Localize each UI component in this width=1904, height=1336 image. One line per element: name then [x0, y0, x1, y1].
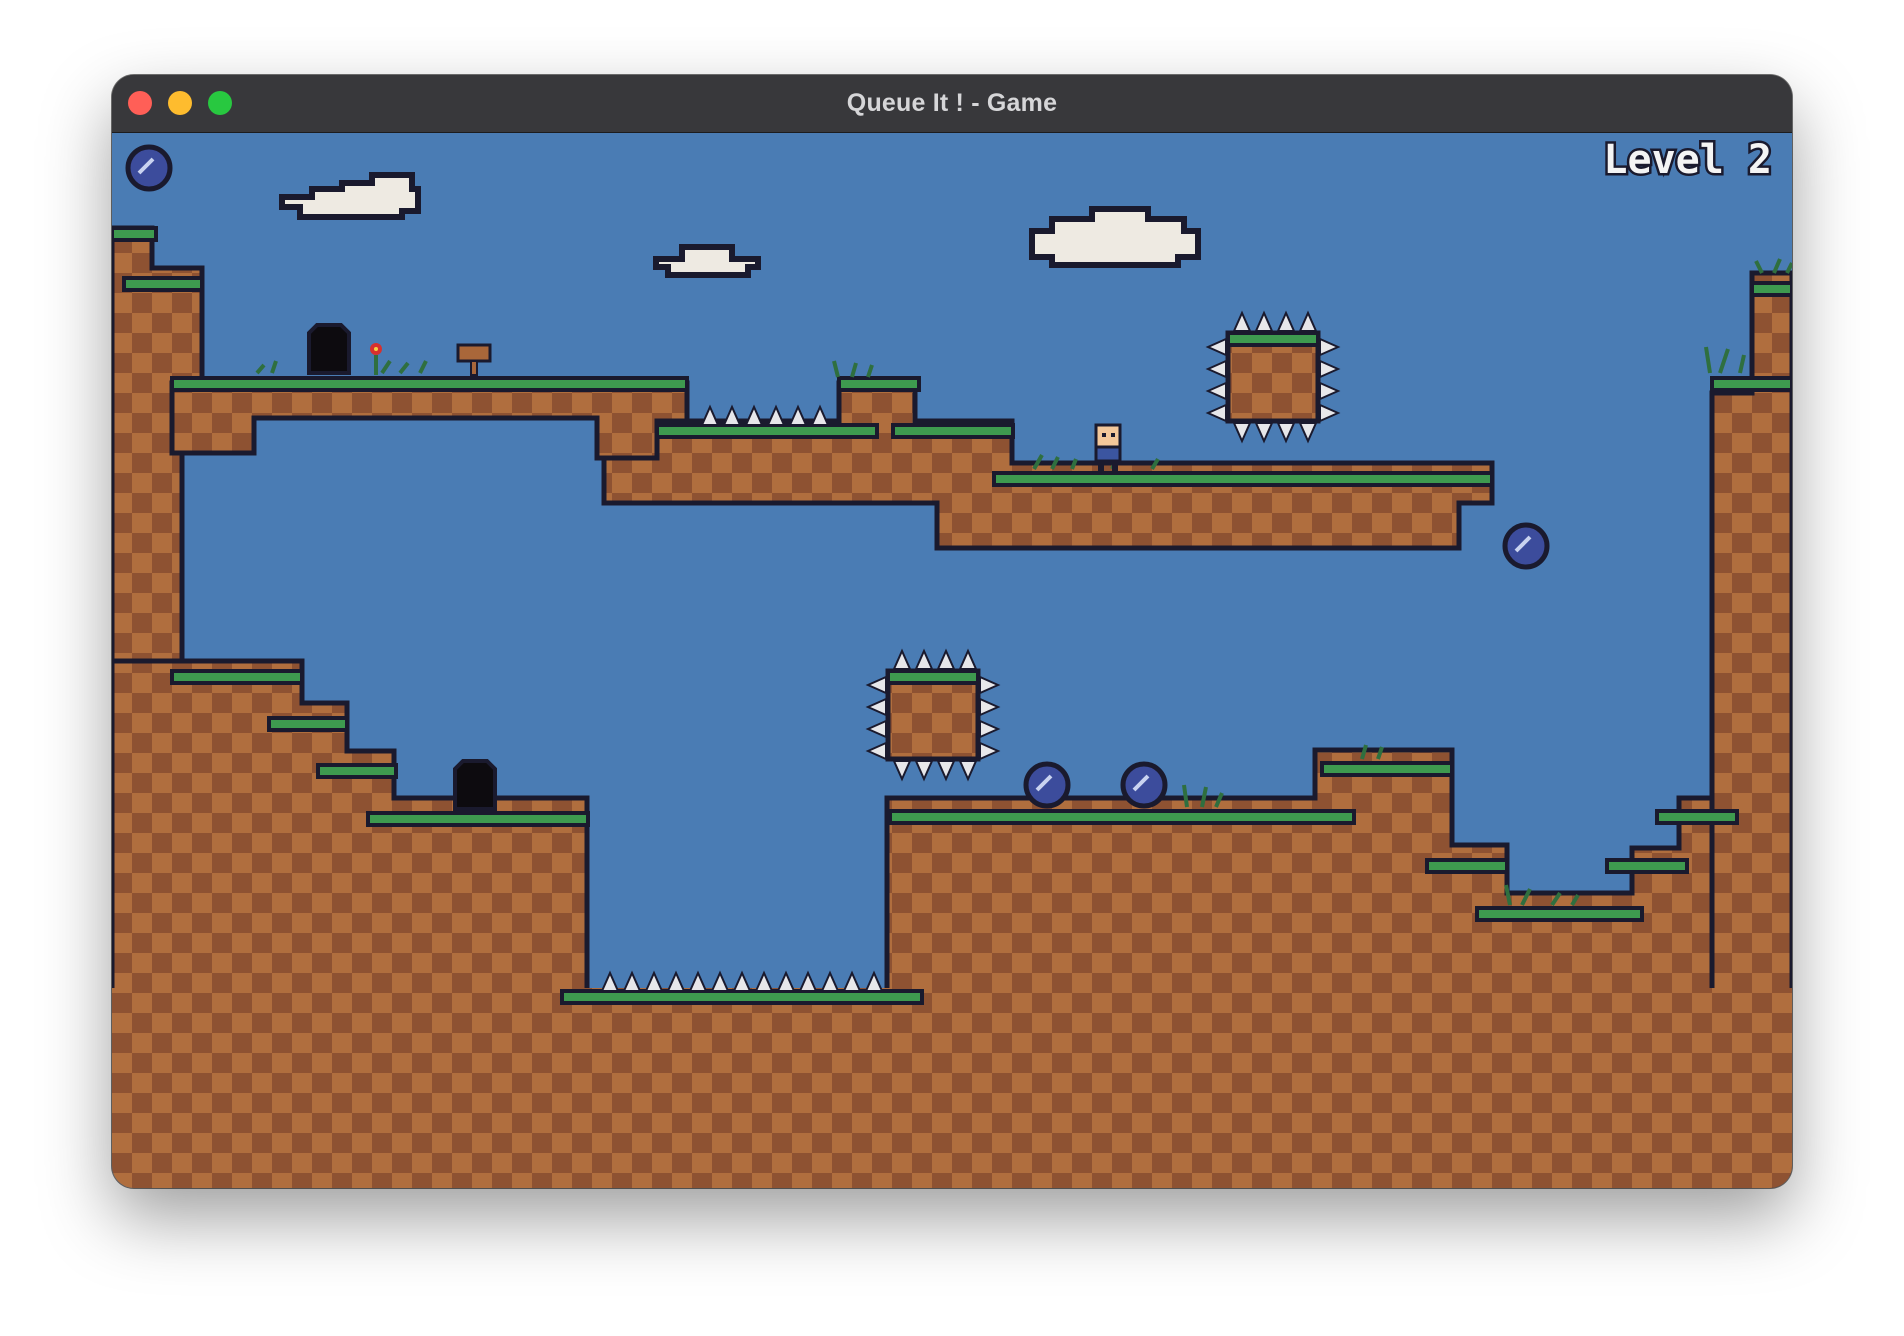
title-bar[interactable]: Queue It ! - Game	[112, 75, 1792, 133]
orb[interactable]	[1120, 761, 1168, 809]
game-canvas[interactable]: Level 2	[112, 133, 1792, 1188]
orb-icon	[125, 144, 173, 192]
door[interactable]	[307, 323, 351, 375]
window-title: Queue It ! - Game	[846, 89, 1058, 117]
game-viewport[interactable]: Level 2	[112, 133, 1792, 1188]
orb[interactable]	[1502, 522, 1550, 570]
spiked-block	[1205, 310, 1341, 444]
game-window: Queue It ! - Game Level 2	[112, 75, 1792, 1188]
spiked-block	[865, 648, 1001, 782]
orb[interactable]	[1023, 761, 1071, 809]
door[interactable]	[453, 759, 497, 811]
level-indicator: Level 2	[1603, 137, 1772, 183]
cloud	[1029, 206, 1201, 268]
